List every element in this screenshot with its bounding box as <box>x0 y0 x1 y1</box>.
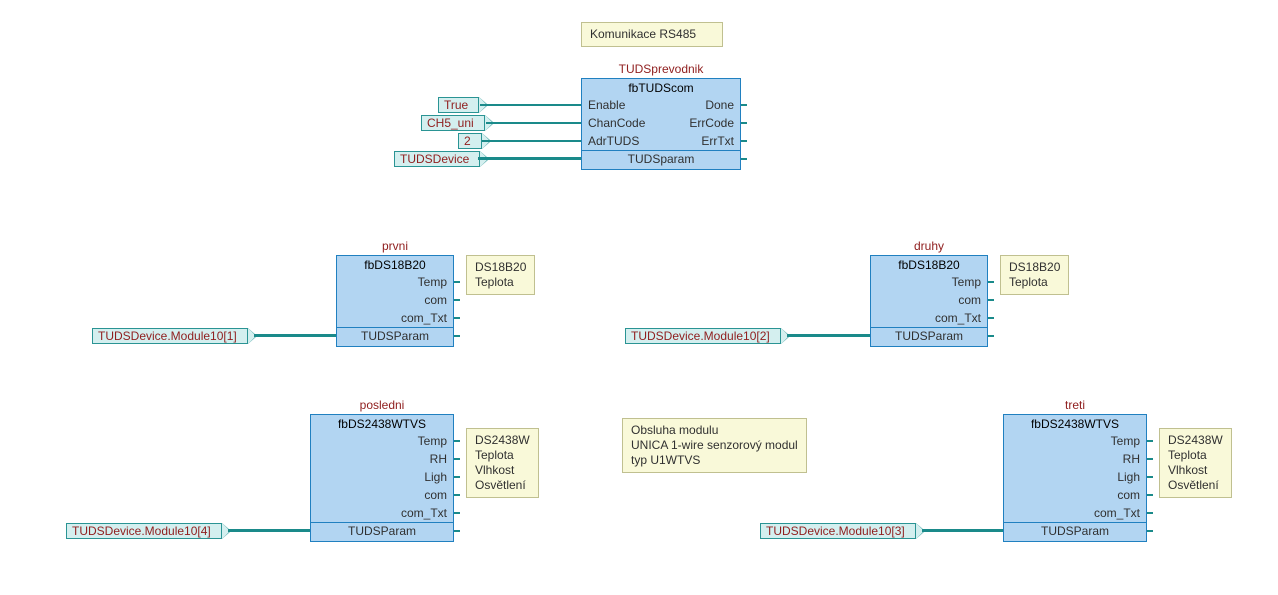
port-comtxt: com_Txt <box>877 311 981 325</box>
block-type-label: fbDS18B20 <box>871 256 987 273</box>
block-posledni[interactable]: fbDS2438WTVS Temp RH Ligh com com_Txt TU… <box>310 414 454 542</box>
tag-module10-4[interactable]: TUDSDevice.Module10[4] <box>66 523 222 539</box>
port-comtxt: com_Txt <box>1010 506 1140 520</box>
port-done: Done <box>625 98 734 112</box>
port-errtxt: ErrTxt <box>639 134 734 148</box>
pin-tick <box>741 104 747 106</box>
block-instance-label: prvni <box>336 239 454 253</box>
tag-module10-3[interactable]: TUDSDevice.Module10[3] <box>760 523 916 539</box>
pin-tick <box>454 494 460 496</box>
pin-tick <box>454 458 460 460</box>
block-type-label: fbDS2438WTVS <box>311 415 453 432</box>
block-instance-label: treti <box>1003 398 1147 412</box>
port-temp: Temp <box>1010 434 1140 448</box>
tag-module10-1[interactable]: TUDSDevice.Module10[1] <box>92 328 248 344</box>
bus-tudsparam: TUDSParam <box>1004 522 1146 541</box>
pin-tick <box>454 530 460 532</box>
block-type-label: fbDS2438WTVS <box>1004 415 1146 432</box>
port-chancode: ChanCode <box>588 116 645 130</box>
pin-tick <box>1147 494 1153 496</box>
port-temp: Temp <box>343 275 447 289</box>
comment-ds2438w-posledni: DS2438W Teplota Vlhkost Osvětlení <box>466 428 539 498</box>
block-prvni[interactable]: fbDS18B20 Temp com com_Txt TUDSParam <box>336 255 454 347</box>
pin-tick <box>741 140 747 142</box>
tag-ch5-uni[interactable]: CH5_uni <box>421 115 485 131</box>
block-treti[interactable]: fbDS2438WTVS Temp RH Ligh com com_Txt TU… <box>1003 414 1147 542</box>
bus-tudsparam: TUDSParam <box>871 327 987 346</box>
wire <box>480 104 581 106</box>
wire <box>228 529 310 532</box>
port-temp: Temp <box>877 275 981 289</box>
port-com: com <box>877 293 981 307</box>
tag-module10-2[interactable]: TUDSDevice.Module10[2] <box>625 328 781 344</box>
pin-tick <box>741 158 747 160</box>
pin-tick <box>454 335 460 337</box>
port-rh: RH <box>1010 452 1140 466</box>
wire <box>486 122 581 124</box>
comment-ds18b20-prvni: DS18B20 Teplota <box>466 255 535 295</box>
port-ligh: Ligh <box>1010 470 1140 484</box>
block-instance-label: posledni <box>310 398 454 412</box>
wire <box>922 529 1003 532</box>
pin-tick <box>1147 476 1153 478</box>
bus-tudsparam: TUDSParam <box>337 327 453 346</box>
port-temp: Temp <box>317 434 447 448</box>
port-rh: RH <box>317 452 447 466</box>
pin-tick <box>454 476 460 478</box>
tag-two[interactable]: 2 <box>458 133 482 149</box>
wire <box>478 157 581 160</box>
block-instance-label: druhy <box>870 239 988 253</box>
port-adrtuds: AdrTUDS <box>588 134 639 148</box>
block-type-label: fbDS18B20 <box>337 256 453 273</box>
block-instance-label: TUDSprevodnik <box>581 62 741 76</box>
comment-rs485: Komunikace RS485 <box>581 22 723 47</box>
pin-tick <box>1147 440 1153 442</box>
wire <box>482 140 581 142</box>
pin-tick <box>454 440 460 442</box>
bus-tudsparam: TUDSParam <box>311 522 453 541</box>
port-enable: Enable <box>588 98 625 112</box>
comment-ds18b20-druhy: DS18B20 Teplota <box>1000 255 1069 295</box>
pin-tick <box>1147 512 1153 514</box>
port-comtxt: com_Txt <box>343 311 447 325</box>
pin-tick <box>454 512 460 514</box>
block-type-label: fbTUDScom <box>582 79 740 96</box>
port-ligh: Ligh <box>317 470 447 484</box>
pin-tick <box>1147 530 1153 532</box>
wire <box>787 334 870 337</box>
comment-ds2438w-treti: DS2438W Teplota Vlhkost Osvětlení <box>1159 428 1232 498</box>
pin-tick <box>741 122 747 124</box>
pin-tick <box>1147 458 1153 460</box>
comment-unica-module: Obsluha modulu UNICA 1-wire senzorový mo… <box>622 418 807 473</box>
bus-tudsparam: TUDSparam <box>582 150 740 169</box>
port-com: com <box>1010 488 1140 502</box>
pin-tick <box>454 299 460 301</box>
pin-tick <box>454 317 460 319</box>
port-com: com <box>343 293 447 307</box>
port-errcode: ErrCode <box>645 116 734 130</box>
pin-tick <box>988 299 994 301</box>
pin-tick <box>988 281 994 283</box>
port-com: com <box>317 488 447 502</box>
block-fbtudscom[interactable]: fbTUDScom Enable Done ChanCode ErrCode A… <box>581 78 741 170</box>
pin-tick <box>454 281 460 283</box>
tag-true[interactable]: True <box>438 97 479 113</box>
pin-tick <box>988 335 994 337</box>
port-comtxt: com_Txt <box>317 506 447 520</box>
wire <box>254 334 336 337</box>
pin-tick <box>988 317 994 319</box>
diagram-canvas: { "notes": { "top": "Komunikace RS485", … <box>0 0 1278 595</box>
block-druhy[interactable]: fbDS18B20 Temp com com_Txt TUDSParam <box>870 255 988 347</box>
tag-tudsdevice[interactable]: TUDSDevice <box>394 151 480 167</box>
